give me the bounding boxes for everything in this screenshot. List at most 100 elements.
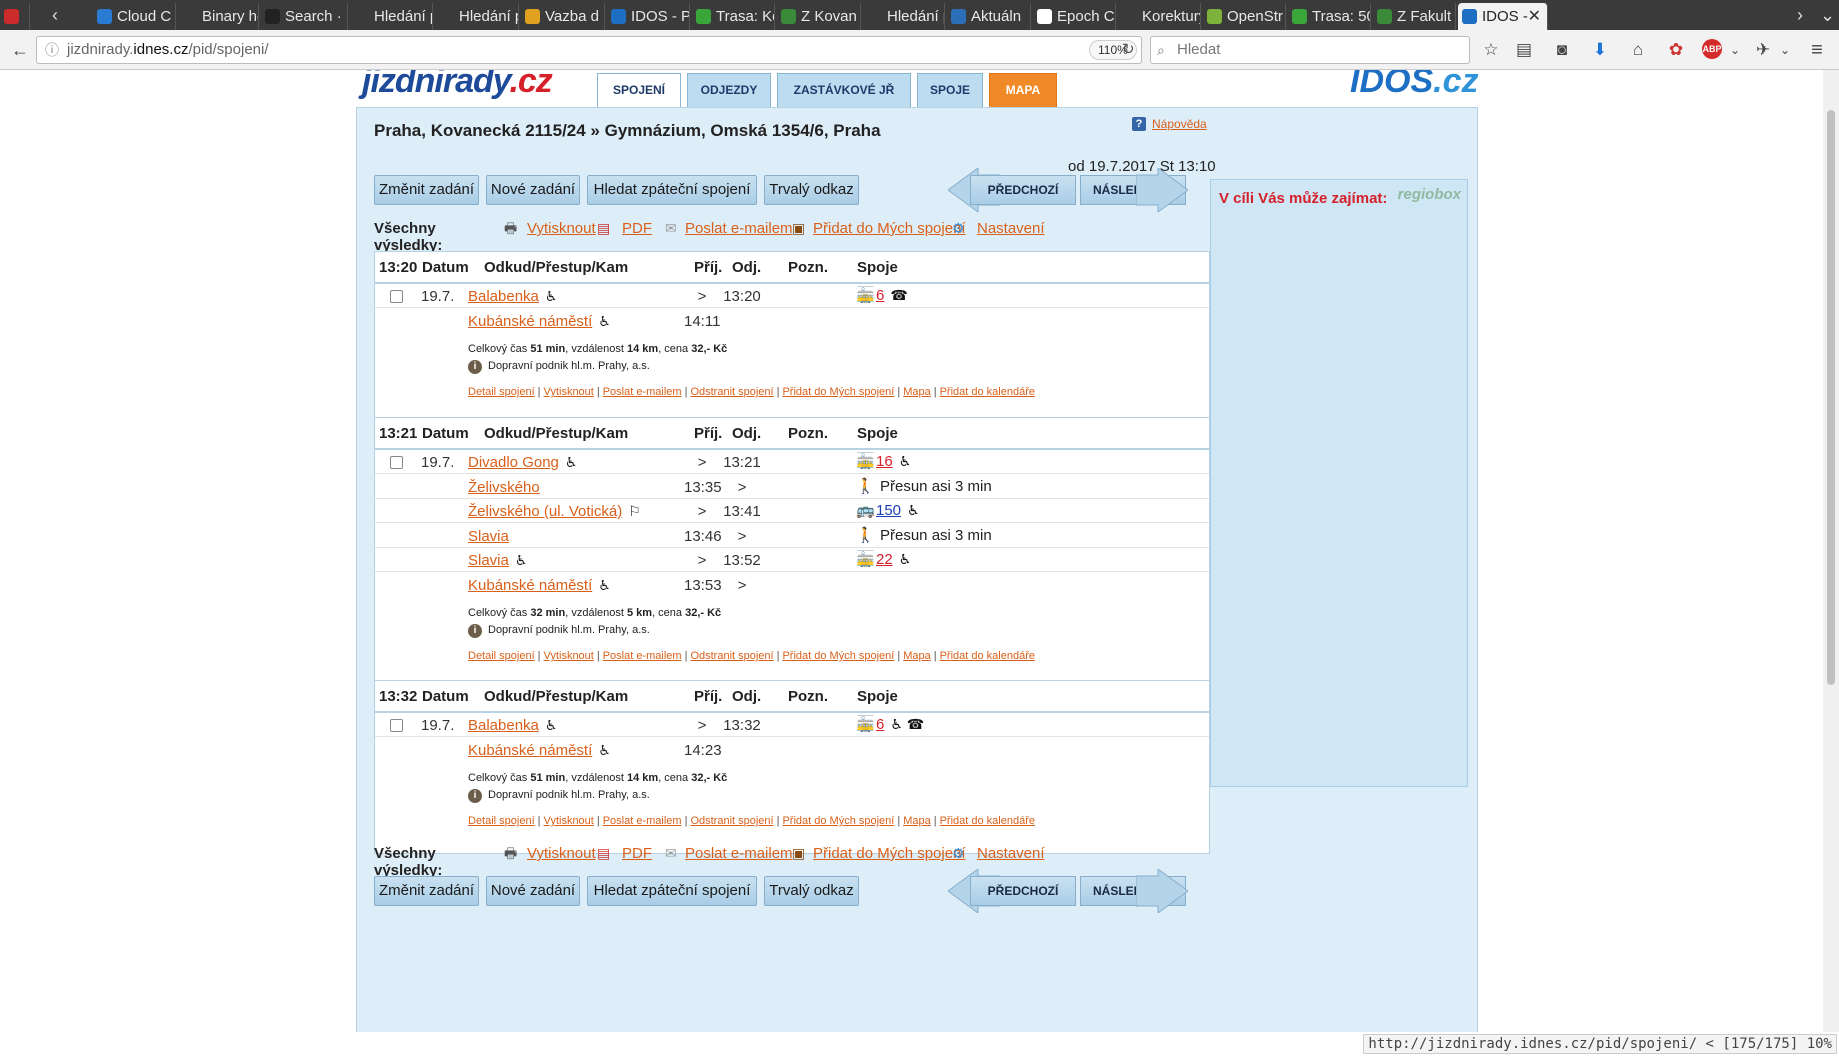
connection-action-link[interactable]: Přidat do Mých spojení	[782, 815, 894, 827]
stop-link[interactable]: Divadlo Gong ♿	[468, 454, 577, 471]
connection-action-link[interactable]: Mapa	[903, 815, 931, 827]
tabs-scroll-left-icon[interactable]: ‹	[52, 0, 58, 30]
close-tab-icon[interactable]: ✕	[1528, 3, 1541, 30]
help-link[interactable]: Nápověda	[1152, 117, 1207, 131]
prev-button[interactable]: PŘEDCHOZÍ	[970, 876, 1076, 906]
extension-bird-icon[interactable]: ✈	[1752, 39, 1774, 61]
stop-link[interactable]: Slavia ♿	[468, 552, 527, 569]
return-search-button[interactable]: Hledat zpáteční spojení	[587, 175, 757, 205]
stop-link[interactable]: Balabenka ♿	[468, 717, 557, 734]
browser-tab[interactable]: Binary heap	[178, 3, 259, 30]
browser-tab[interactable]	[0, 3, 30, 30]
tab-spoje[interactable]: SPOJE	[917, 73, 983, 107]
change-query-button[interactable]: Změnit zadání	[374, 876, 479, 906]
browser-tab[interactable]: Z Fakult	[1373, 3, 1456, 30]
select-connection-checkbox[interactable]	[390, 290, 403, 303]
return-search-button[interactable]: Hledat zpáteční spojení	[587, 876, 757, 906]
tab-spojeni[interactable]: SPOJENÍ	[597, 73, 681, 109]
select-connection-checkbox[interactable]	[390, 456, 403, 469]
home-icon[interactable]: ⌂	[1627, 39, 1649, 61]
connection-action-link[interactable]: Přidat do kalendáře	[940, 386, 1035, 398]
print-all-link[interactable]: Vytisknout	[527, 220, 596, 237]
tab-zastavkove-jr[interactable]: ZASTÁVKOVÉ JŘ	[777, 73, 911, 107]
line-number-link[interactable]: 150	[876, 502, 901, 519]
browser-tab[interactable]: Search ·	[261, 3, 348, 30]
connection-action-link[interactable]: Mapa	[903, 650, 931, 662]
stop-link[interactable]: Želivského	[468, 479, 540, 496]
browser-tab[interactable]: Z Kovan	[777, 3, 861, 30]
help-icon[interactable]: ?	[1132, 117, 1146, 131]
connection-action-link[interactable]: Odstranit spojení	[690, 386, 773, 398]
email-all-link[interactable]: Poslat e-mailem	[685, 845, 793, 862]
print-all-link[interactable]: Vytisknout	[527, 845, 596, 862]
add-all-link[interactable]: Přidat do Mých spojení	[813, 845, 966, 862]
connection-action-link[interactable]: Přidat do kalendáře	[940, 815, 1035, 827]
browser-tab[interactable]: Trasa: Ko	[692, 3, 775, 30]
browser-tab[interactable]: Hledání pě	[350, 3, 433, 30]
browser-tab[interactable]: Aktuáln	[947, 3, 1031, 30]
new-query-button[interactable]: Nové zadání	[486, 876, 580, 906]
connection-action-link[interactable]: Odstranit spojení	[690, 815, 773, 827]
connection-action-link[interactable]: Odstranit spojení	[690, 650, 773, 662]
settings-link[interactable]: Nastavení	[977, 845, 1045, 862]
tabs-scroll-right-icon[interactable]: ›	[1797, 0, 1803, 30]
add-all-link[interactable]: Přidat do Mých spojení	[813, 220, 966, 237]
line-number-link[interactable]: 6	[876, 716, 884, 733]
connection-action-link[interactable]: Vytisknout	[544, 650, 594, 662]
connection-action-link[interactable]: Přidat do Mých spojení	[782, 650, 894, 662]
page-scrollbar[interactable]	[1823, 70, 1839, 1032]
connection-action-link[interactable]: Poslat e-mailem	[603, 386, 682, 398]
browser-tab[interactable]: Cloud C	[93, 3, 176, 30]
browser-tab[interactable]: Trasa: 50	[1288, 3, 1371, 30]
pdf-all-link[interactable]: PDF	[622, 845, 652, 862]
stop-link[interactable]: Kubánské náměstí ♿	[468, 742, 611, 759]
browser-tab[interactable]: IDOS - ✕	[1458, 3, 1548, 30]
tab-mapa[interactable]: MAPA	[989, 73, 1057, 107]
line-number-link[interactable]: 16	[876, 453, 893, 470]
search-bar[interactable]: ⌕ Hledat	[1150, 36, 1470, 64]
connection-action-link[interactable]: Vytisknout	[544, 815, 594, 827]
adblock-icon[interactable]: ABP	[1702, 39, 1722, 59]
stop-link[interactable]: Balabenka ♿	[468, 288, 557, 305]
line-number-link[interactable]: 22	[876, 551, 893, 568]
connection-action-link[interactable]: Přidat do kalendáře	[940, 650, 1035, 662]
extension-icon[interactable]: ✿	[1665, 39, 1687, 61]
select-connection-checkbox[interactable]	[390, 719, 403, 732]
pocket-icon[interactable]: ◙	[1551, 39, 1573, 61]
browser-tab[interactable]: Epoch C	[1033, 3, 1116, 30]
back-icon[interactable]: ←	[8, 38, 32, 62]
bookmark-star-icon[interactable]: ☆	[1480, 39, 1502, 61]
idos-logo[interactable]: IDOS.cz	[1350, 70, 1478, 101]
reload-icon[interactable]: ↻	[1122, 37, 1135, 63]
connection-action-link[interactable]: Přidat do Mých spojení	[782, 386, 894, 398]
scrollbar-thumb[interactable]	[1827, 110, 1835, 685]
permalink-button[interactable]: Trvalý odkaz	[764, 175, 859, 205]
jizdnirady-logo[interactable]: jizdnirady.cz	[362, 70, 553, 101]
url-bar[interactable]: ⓘ jizdnirady.idnes.cz/pid/spojeni/ 110% …	[36, 36, 1142, 64]
hamburger-menu-icon[interactable]: ≡	[1806, 39, 1828, 61]
permalink-button[interactable]: Trvalý odkaz	[764, 876, 859, 906]
tabs-menu-icon[interactable]: ⌄	[1820, 0, 1835, 30]
info-icon[interactable]: i	[468, 360, 482, 374]
stop-link[interactable]: Želivského (ul. Votická) ⚐	[468, 503, 641, 520]
settings-link[interactable]: Nastavení	[977, 220, 1045, 237]
info-icon[interactable]: i	[468, 789, 482, 803]
connection-action-link[interactable]: Poslat e-mailem	[603, 650, 682, 662]
email-all-link[interactable]: Poslat e-mailem	[685, 220, 793, 237]
info-icon[interactable]: i	[468, 624, 482, 638]
info-icon[interactable]: ⓘ	[45, 37, 59, 63]
browser-tab[interactable]: Korektury 2	[1118, 3, 1201, 30]
line-number-link[interactable]: 6	[876, 287, 884, 304]
change-query-button[interactable]: Změnit zadání	[374, 175, 479, 205]
browser-tab[interactable]: Hledání pě	[435, 3, 519, 30]
regiobox-logo[interactable]: regiobox	[1398, 186, 1461, 203]
stop-link[interactable]: Kubánské náměstí ♿	[468, 577, 611, 594]
browser-tab[interactable]: OpenStr	[1203, 3, 1286, 30]
reading-list-icon[interactable]: ▤	[1513, 39, 1535, 61]
connection-action-link[interactable]: Vytisknout	[544, 386, 594, 398]
connection-action-link[interactable]: Poslat e-mailem	[603, 815, 682, 827]
stop-link[interactable]: Kubánské náměstí ♿	[468, 313, 611, 330]
pdf-all-link[interactable]: PDF	[622, 220, 652, 237]
new-query-button[interactable]: Nové zadání	[486, 175, 580, 205]
browser-tab[interactable]: Vazba d	[521, 3, 605, 30]
